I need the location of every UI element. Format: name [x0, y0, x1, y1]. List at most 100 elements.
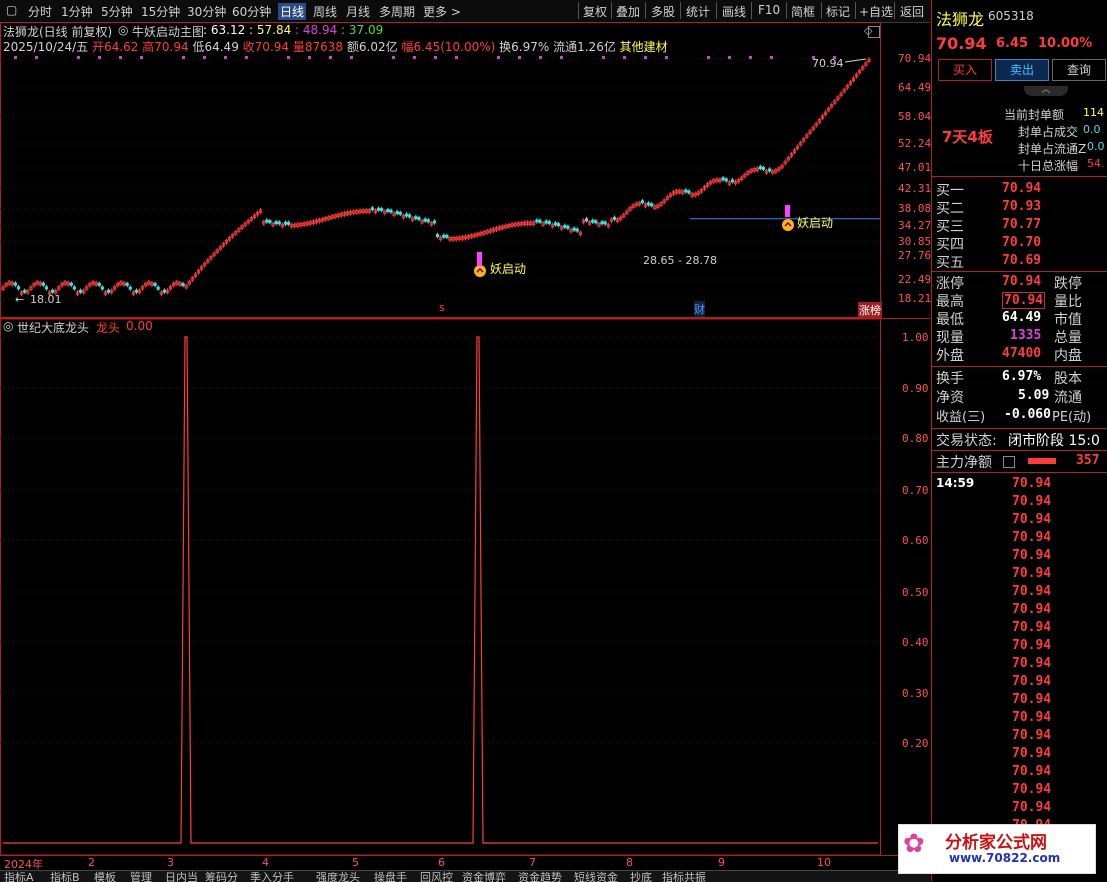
candle-body	[575, 228, 579, 232]
sub-indicator-title[interactable]: 世纪大底龙头	[17, 319, 89, 336]
quote-panel: 法狮龙 605318 70.94 6.45 10.00% 买入 卖出 查询 ︿ …	[898, 0, 1107, 881]
indicator-sub-chart[interactable]: ◎ 世纪大底龙头 龙头 0.00 1.00 0.90 0.80 0.70 0.6…	[0, 318, 930, 855]
sell-button[interactable]: 卖出	[995, 59, 1049, 81]
indicator-tab[interactable]: 模板	[94, 871, 116, 882]
toolbar-collapse-icon[interactable]: ▢	[6, 3, 17, 17]
indicator-tab[interactable]: 指标B	[50, 871, 80, 882]
tab-60min[interactable]: 60分钟	[232, 3, 271, 20]
tick-price: 70.94	[1012, 656, 1052, 671]
indicator-tab[interactable]: 强度龙头	[316, 871, 360, 882]
price-tick: 64.49	[898, 81, 932, 94]
ohlc-low: 64.49	[204, 40, 239, 54]
signal-dot	[308, 56, 311, 59]
signal-dot	[560, 56, 563, 59]
stock-change: 6.45	[996, 36, 1029, 51]
indicator-tab[interactable]: 资金趋势	[518, 871, 562, 882]
indicator-tab[interactable]: 管理	[130, 871, 152, 882]
indicator-settings-icon[interactable]: ◎	[118, 23, 128, 37]
candle-body	[721, 177, 725, 181]
tab-daily[interactable]: 日线	[278, 3, 307, 20]
ohlc-float: 流通1.26亿	[553, 40, 616, 54]
back-button[interactable]: 返回	[900, 3, 924, 20]
mark-button[interactable]: 标记	[826, 3, 850, 20]
indicator-tab[interactable]: 抄底	[630, 871, 652, 882]
tab-5min[interactable]: 5分钟	[101, 3, 133, 20]
sub-tick: 0.30	[902, 687, 929, 700]
indicator-tab[interactable]: 资金博弈	[462, 871, 506, 882]
signal-dot	[770, 56, 773, 59]
stat-label: 最低	[936, 312, 964, 328]
query-button[interactable]: 查询	[1052, 59, 1106, 81]
marker-limit-up-list[interactable]: 涨榜	[858, 302, 882, 318]
sector-link[interactable]: 其他建材	[620, 40, 668, 54]
bid-price[interactable]: 70.69	[1002, 253, 1041, 268]
draw-line-button[interactable]: 画线	[722, 3, 746, 20]
indicator-tab[interactable]: 操盘手	[374, 871, 407, 882]
tab-monthly[interactable]: 月线	[346, 3, 370, 20]
statistics-button[interactable]: 统计	[686, 3, 710, 20]
restore-rights-button[interactable]: 复权	[583, 3, 607, 20]
indicator-tab[interactable]: 短线资金	[574, 871, 618, 882]
bid-price[interactable]: 70.70	[1002, 235, 1041, 250]
marker-finance[interactable]: 财	[694, 301, 705, 317]
tab-more[interactable]: 更多 >	[423, 3, 461, 20]
buy-button[interactable]: 买入	[938, 59, 992, 81]
overlay-button[interactable]: 叠加	[616, 3, 640, 20]
candle-body	[398, 211, 402, 215]
main-net-menu-icon[interactable]	[1003, 456, 1015, 468]
indicator-tab[interactable]: 指标A	[4, 871, 34, 882]
date-tick: 4	[262, 856, 269, 869]
collapse-chevron-icon[interactable]: ︿	[1024, 86, 1068, 96]
indicator-tab-bar: 指标A 指标B 模板 管理 日内当 筹码分 季入分手 强度龙头 操盘手 回风控 …	[0, 870, 930, 882]
tab-30min[interactable]: 30分钟	[187, 3, 226, 20]
tab-weekly[interactable]: 周线	[313, 3, 337, 20]
chart-close-icon[interactable]	[868, 26, 880, 38]
signal-dot	[707, 56, 710, 59]
tick-price: 70.94	[1012, 728, 1052, 743]
sub-frame	[0, 319, 881, 855]
bid-price[interactable]: 70.77	[1002, 217, 1041, 232]
kline-main-chart[interactable]: 法狮龙(日线 前复权) ◎ 牛妖启动主图 : 63.12 : 57.84 : 4…	[0, 22, 932, 318]
candle-body	[584, 218, 589, 222]
stat-label: 市值	[1054, 312, 1082, 328]
indicator-tab[interactable]: 季入分手	[250, 871, 294, 882]
ohlc-amount: 6.02亿	[358, 40, 398, 54]
stat-value: 1335	[1010, 328, 1042, 343]
indicator-tab[interactable]: 筹码分	[205, 871, 238, 882]
bid-label: 买三	[936, 219, 964, 235]
indicator-tab[interactable]: 回风控	[420, 871, 453, 882]
seal-value: 54.	[1087, 157, 1105, 170]
stat-value: 70.94	[1002, 292, 1046, 309]
candle-body	[404, 213, 409, 217]
marker-s[interactable]: s	[439, 301, 445, 314]
bid-label: 买一	[936, 183, 964, 199]
stat-label: 流通	[1054, 390, 1082, 406]
price-tick: 27.76	[898, 249, 932, 262]
multi-stock-button[interactable]: 多股	[651, 3, 675, 20]
tab-intraday[interactable]: 分时	[28, 3, 52, 20]
signal-dot	[413, 56, 416, 59]
signal-bar	[477, 252, 482, 266]
flower-logo-icon: ✿	[903, 829, 925, 859]
indicator-tab[interactable]: 日内当	[165, 871, 198, 882]
signal-dot	[329, 56, 332, 59]
sub-settings-icon[interactable]: ◎	[3, 319, 13, 333]
signal-dot	[119, 56, 122, 59]
stock-change-pct: 10.00%	[1038, 36, 1093, 51]
candle-body	[408, 214, 412, 218]
simple-frame-button[interactable]: 简框	[791, 3, 815, 20]
f10-button[interactable]: F10	[758, 3, 780, 17]
signal-dot	[455, 56, 458, 59]
tab-1min[interactable]: 1分钟	[61, 3, 93, 20]
signal-dot	[77, 56, 80, 59]
bid-price[interactable]: 70.94	[1002, 181, 1041, 196]
bid-price[interactable]: 70.93	[1002, 199, 1041, 214]
tab-multi-period[interactable]: 多周期	[379, 3, 415, 20]
tick-price: 70.94	[1012, 764, 1052, 779]
tab-15min[interactable]: 15分钟	[141, 3, 180, 20]
candle-body	[128, 286, 132, 290]
signal-label-2: 妖启动	[797, 216, 834, 230]
stat-label: 净资	[936, 390, 964, 406]
add-watchlist-button[interactable]: +自选	[859, 3, 893, 20]
indicator-tab[interactable]: 指标共振	[662, 871, 706, 882]
